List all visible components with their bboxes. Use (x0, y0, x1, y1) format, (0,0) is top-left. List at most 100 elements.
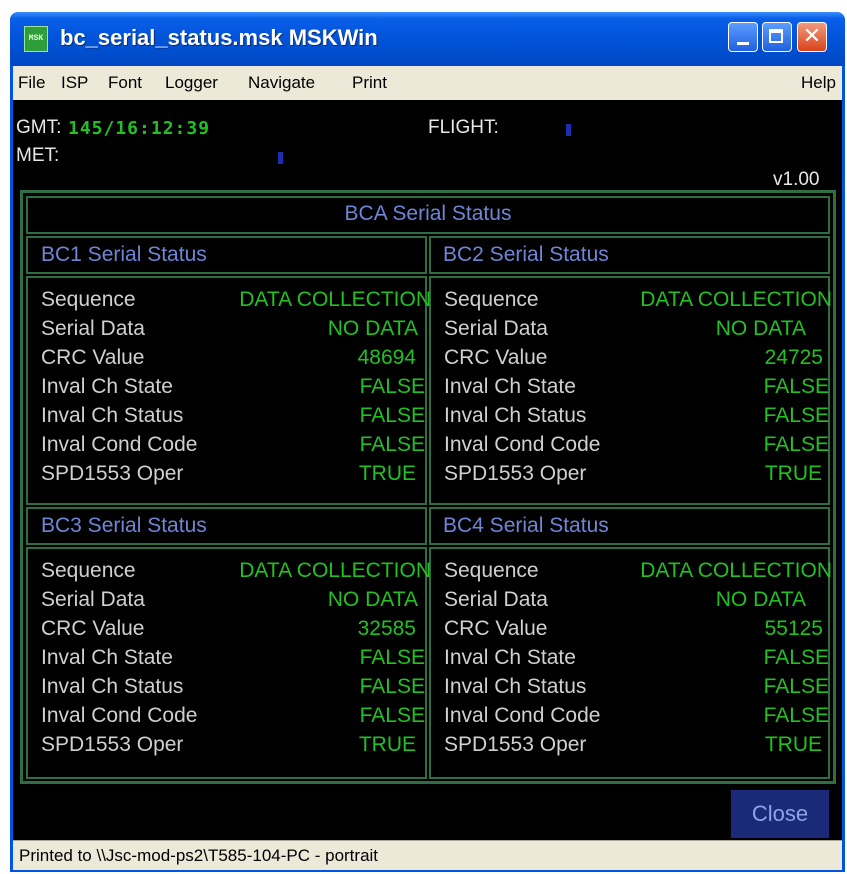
row-label: CRC Value (444, 346, 548, 369)
row-label: Inval Ch State (41, 646, 173, 669)
row-value: TRUE (764, 733, 822, 756)
row-label: CRC Value (41, 346, 145, 369)
close-button[interactable]: Close (731, 790, 829, 838)
status-bar: Printed to \\Jsc-mod-ps2\T585-104-PC - p… (13, 840, 842, 870)
row-value: TRUE (358, 733, 416, 756)
minimize-icon (737, 42, 749, 45)
row-value: FALSE (359, 404, 425, 427)
row-label: Inval Cond Code (41, 704, 198, 727)
row-label: Inval Cond Code (41, 433, 198, 456)
minimize-button[interactable] (728, 22, 758, 52)
row-label: SPD1553 Oper (41, 733, 184, 756)
row-value: 48694 (357, 346, 416, 369)
bc1-row-inval-cond-code: Inval Cond Code FALSE (41, 433, 425, 462)
row-value: FALSE (359, 704, 425, 727)
bc2-row-serial-data: Serial Data NO DATA (444, 317, 806, 346)
panel-title: BCA Serial Status (344, 202, 512, 225)
bc2-title: BC2 Serial Status (443, 243, 609, 266)
row-label: Sequence (41, 559, 136, 582)
bc2-row-crc-value: CRC Value 24725 (444, 346, 823, 375)
row-value: DATA COLLECTION (239, 559, 431, 582)
row-label: Inval Ch Status (444, 404, 587, 427)
menu-logger[interactable]: Logger (165, 73, 218, 93)
row-label: Serial Data (41, 317, 145, 340)
menu-isp[interactable]: ISP (61, 73, 88, 93)
row-value: FALSE (359, 375, 425, 398)
row-value: NO DATA (715, 588, 806, 611)
row-value: NO DATA (715, 317, 806, 340)
bc1-row-serial-data: Serial Data NO DATA (41, 317, 418, 346)
menu-navigate[interactable]: Navigate (248, 73, 315, 93)
bc3-row-inval-ch-status: Inval Ch Status FALSE (41, 675, 425, 704)
bc4-row-inval-cond-code: Inval Cond Code FALSE (444, 704, 829, 733)
bc2-row-inval-ch-state: Inval Ch State FALSE (444, 375, 829, 404)
row-label: Inval Cond Code (444, 433, 601, 456)
row-value: DATA COLLECTION (640, 288, 832, 311)
row-value: 32585 (357, 617, 416, 640)
menu-bar: File ISP Font Logger Navigate Print Help (13, 66, 842, 100)
row-label: Serial Data (444, 588, 548, 611)
bc1-row-inval-ch-status: Inval Ch Status FALSE (41, 404, 425, 433)
msk-app-icon: MSK (24, 26, 48, 52)
row-label: Inval Ch State (444, 646, 576, 669)
row-label: Serial Data (444, 317, 548, 340)
row-value: TRUE (358, 462, 416, 485)
row-label: Inval Ch Status (41, 675, 184, 698)
close-icon: ✕ (802, 24, 822, 49)
row-label: Inval Cond Code (444, 704, 601, 727)
menu-help[interactable]: Help (801, 73, 836, 93)
window-close-button[interactable]: ✕ (797, 22, 827, 52)
bc4-row-spd1553-oper: SPD1553 Oper TRUE (444, 733, 822, 762)
bc4-row-inval-ch-state: Inval Ch State FALSE (444, 646, 829, 675)
bc2-row-sequence: Sequence DATA COLLECTION (444, 288, 832, 317)
row-value: TRUE (764, 462, 822, 485)
gmt-label: GMT: (16, 117, 62, 138)
row-value: FALSE (763, 375, 829, 398)
row-label: Inval Ch State (41, 375, 173, 398)
app-window: MSK bc_serial_status.msk MSKWin ✕ File I… (10, 12, 845, 872)
window-title: bc_serial_status.msk MSKWin (60, 25, 378, 50)
bc1-row-inval-ch-state: Inval Ch State FALSE (41, 375, 425, 404)
bc3-row-serial-data: Serial Data NO DATA (41, 588, 418, 617)
bc2-row-inval-ch-status: Inval Ch Status FALSE (444, 404, 829, 433)
menu-print[interactable]: Print (352, 73, 387, 93)
row-value: NO DATA (327, 317, 418, 340)
flight-label: FLIGHT: (428, 117, 499, 138)
row-label: Sequence (41, 288, 136, 311)
row-value: FALSE (359, 646, 425, 669)
bc4-row-sequence: Sequence DATA COLLECTION (444, 559, 832, 588)
met-label: MET: (16, 145, 60, 166)
bc1-row-spd1553-oper: SPD1553 Oper TRUE (41, 462, 416, 491)
bc1-row-sequence: Sequence DATA COLLECTION (41, 288, 431, 317)
flight-value-indicator (566, 124, 571, 136)
row-value: 55125 (764, 617, 823, 640)
maximize-button[interactable] (762, 22, 792, 52)
row-value: FALSE (359, 675, 425, 698)
row-value: DATA COLLECTION (239, 288, 431, 311)
menu-font[interactable]: Font (108, 73, 142, 93)
row-value: NO DATA (327, 588, 418, 611)
bc3-row-crc-value: CRC Value 32585 (41, 617, 416, 646)
row-label: Sequence (444, 288, 539, 311)
row-label: SPD1553 Oper (41, 462, 184, 485)
row-value: FALSE (763, 433, 829, 456)
row-label: CRC Value (444, 617, 548, 640)
row-label: Sequence (444, 559, 539, 582)
title-bar[interactable]: MSK bc_serial_status.msk MSKWin ✕ (10, 12, 845, 66)
display-area: GMT: 145/16:12:39 FLIGHT: MET: v1.00 BCA… (13, 100, 842, 840)
bc1-title: BC1 Serial Status (41, 243, 207, 266)
row-value: FALSE (763, 675, 829, 698)
bc3-row-sequence: Sequence DATA COLLECTION (41, 559, 431, 588)
version-label: v1.00 (773, 169, 820, 190)
bc1-row-crc-value: CRC Value 48694 (41, 346, 416, 375)
row-label: Inval Ch Status (41, 404, 184, 427)
row-label: SPD1553 Oper (444, 733, 587, 756)
bc3-row-spd1553-oper: SPD1553 Oper TRUE (41, 733, 416, 762)
row-value: FALSE (763, 404, 829, 427)
row-value: FALSE (763, 646, 829, 669)
row-label: Serial Data (41, 588, 145, 611)
bc4-title: BC4 Serial Status (443, 514, 609, 537)
maximize-icon (769, 29, 783, 43)
menu-file[interactable]: File (18, 73, 45, 93)
bc3-title: BC3 Serial Status (41, 514, 207, 537)
